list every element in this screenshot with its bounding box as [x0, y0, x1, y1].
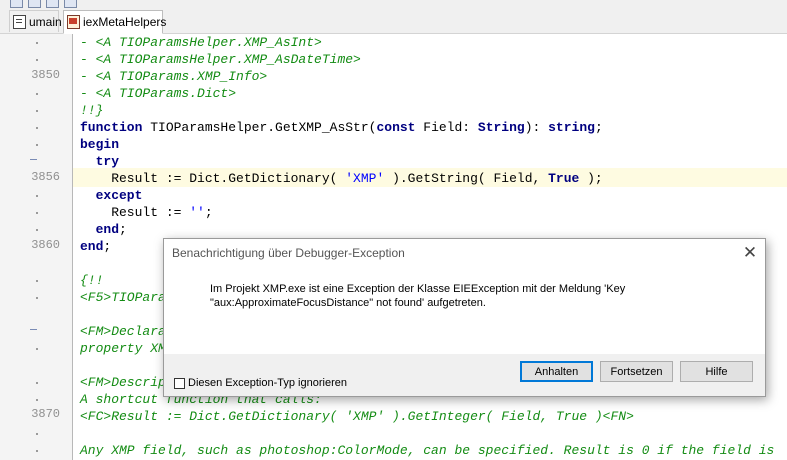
toolbar-icon[interactable] [46, 0, 59, 8]
gutter-dot [36, 42, 38, 44]
line-number: 3870 [31, 407, 60, 421]
code-line: end; [80, 222, 127, 237]
code-line: - <A TIOParams.XMP_Info> [80, 69, 268, 84]
tab-label: iexMetaHelpers [83, 15, 167, 29]
gutter-dot [36, 144, 38, 146]
code-line: - <A TIOParamsHelper.XMP_AsDateTime> [80, 52, 361, 67]
code-line: Result := Dict.GetDictionary( 'XMP' ).Ge… [80, 171, 603, 186]
code-line: !!} [80, 103, 104, 118]
fortsetzen-button[interactable]: Fortsetzen [600, 361, 673, 382]
code-line: try [80, 154, 120, 169]
code-line: <FM>Descrip [80, 375, 166, 390]
gutter-divider [72, 34, 73, 460]
gutter-dot [36, 212, 38, 214]
gutter-dot [36, 348, 38, 350]
toolbar-icon[interactable] [64, 0, 77, 8]
exception-message: Im Projekt XMP.exe ist eine Exception de… [210, 283, 626, 309]
fold-marker[interactable] [30, 329, 37, 330]
code-line: - <A TIOParams.Dict> [80, 86, 237, 101]
close-icon[interactable]: ✕ [739, 242, 761, 264]
dialog-title: Benachrichtigung über Debugger-Exception [172, 246, 405, 260]
gutter-dot [36, 110, 38, 112]
toolbar-strip [0, 0, 787, 8]
toolbar-icon[interactable] [10, 0, 23, 8]
gutter-dot [36, 450, 38, 452]
toolbar-icon[interactable] [28, 0, 41, 8]
line-number: 3856 [31, 170, 60, 184]
code-line: <F5>TIOParar [80, 290, 174, 305]
code-line: - <A TIOParamsHelper.XMP_AsInt> [80, 35, 322, 50]
code-line: Any XMP field, such as photoshop:ColorMo… [80, 443, 775, 458]
code-line: except [80, 188, 143, 203]
gutter-dot [36, 382, 38, 384]
code-line: end; [80, 239, 112, 254]
gutter-dot [36, 280, 38, 282]
debugger-exception-dialog: Benachrichtigung über Debugger-Exception… [163, 238, 766, 397]
line-number: 3860 [31, 238, 60, 252]
gutter-dot [36, 229, 38, 231]
editor-tab-bar: umain iexMetaHelpers [0, 8, 787, 34]
code-line: Result := ''; [80, 205, 213, 220]
gutter-dot [36, 297, 38, 299]
dialog-title-bar[interactable]: Benachrichtigung über Debugger-Exception… [164, 239, 765, 269]
code-line: function TIOParamsHelper.GetXMP_AsStr(co… [80, 120, 603, 135]
gutter-dot [36, 93, 38, 95]
tab-umain[interactable]: umain [9, 10, 62, 32]
code-line: begin [80, 137, 120, 152]
fold-marker[interactable] [30, 159, 37, 160]
tab-label: umain [29, 14, 62, 29]
meta-unit-icon [67, 15, 80, 29]
gutter-dot [36, 433, 38, 435]
ignore-exception-checkbox[interactable] [174, 377, 185, 389]
dialog-message-area: Im Projekt XMP.exe ist eine Exception de… [164, 269, 765, 354]
ignore-exception-type-option[interactable]: Diesen Exception-Typ ignorieren [174, 377, 347, 389]
ignore-exception-label: Diesen Exception-Typ ignorieren [188, 377, 347, 389]
gutter-dot [36, 59, 38, 61]
tab-iexmetahelpers[interactable]: iexMetaHelpers [63, 10, 167, 34]
unit-file-icon [13, 14, 26, 29]
gutter-dot [36, 399, 38, 401]
anhalten-button[interactable]: Anhalten [520, 361, 593, 382]
hilfe-button[interactable]: Hilfe [680, 361, 753, 382]
code-line: <FM>Declara [80, 324, 166, 339]
gutter-dot [36, 127, 38, 129]
line-number: 3850 [31, 68, 60, 82]
code-line: {!! [80, 273, 104, 288]
code-line: property XM [80, 341, 166, 356]
code-line: <FC>Result := Dict.GetDictionary( 'XMP' … [80, 409, 634, 424]
gutter-dot [36, 195, 38, 197]
